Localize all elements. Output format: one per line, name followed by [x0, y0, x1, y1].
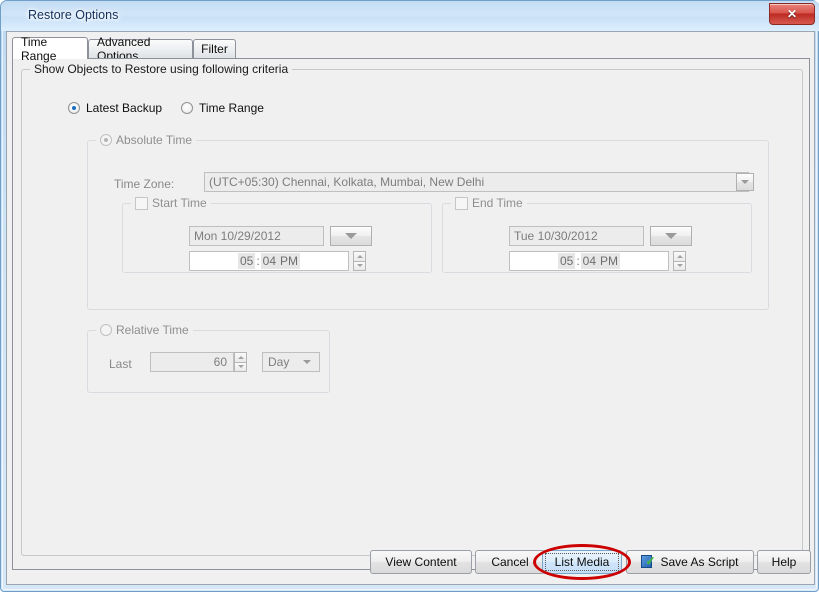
tab-advanced-options[interactable]: Advanced Options: [88, 39, 193, 58]
start-time-label: Start Time: [152, 196, 207, 210]
start-time-value: 05 : 04 PM: [238, 253, 300, 269]
caret-down-icon: [238, 365, 244, 368]
tab-filter-label: Filter: [201, 42, 228, 56]
focus-rectangle: [545, 553, 619, 571]
start-time-group: Start Time Mon 10/29/2012 05 :: [122, 203, 432, 273]
timezone-value: (UTC+05:30) Chennai, Kolkata, Mumbai, Ne…: [209, 175, 484, 189]
timezone-dropdown-button[interactable]: [736, 173, 754, 191]
relative-last-spinner[interactable]: [234, 352, 247, 372]
relative-last-value-field[interactable]: 60: [150, 352, 234, 372]
timezone-field[interactable]: (UTC+05:30) Chennai, Kolkata, Mumbai, Ne…: [204, 172, 749, 192]
cancel-label: Cancel: [491, 555, 528, 569]
save-script-icon: ✓: [641, 555, 655, 569]
end-time-spinner-down[interactable]: [673, 261, 686, 272]
end-time-minute: 04: [581, 253, 598, 269]
end-time-label: End Time: [472, 196, 523, 210]
list-media-button[interactable]: List Media: [542, 550, 622, 574]
checkbox-start-time[interactable]: [135, 197, 148, 210]
caret-down-icon: [357, 264, 363, 267]
radio-time-range-label: Time Range: [199, 101, 264, 115]
view-content-button[interactable]: View Content: [370, 550, 472, 574]
relative-time-group-title: Relative Time: [96, 323, 193, 337]
radio-relative-time-indicator[interactable]: [100, 324, 112, 336]
absolute-time-group-title: Absolute Time: [96, 133, 196, 147]
tab-strip: Time Range Advanced Options Filter: [12, 37, 810, 58]
start-time-field[interactable]: 05 : 04 PM: [189, 251, 349, 271]
tab-page-time-range: Show Objects to Restore using following …: [12, 58, 810, 570]
restore-options-window: Restore Options ✕ Time Range Advanced Op…: [0, 0, 819, 592]
radio-latest-backup-indicator: [68, 102, 80, 114]
radio-latest-backup-label: Latest Backup: [86, 101, 162, 115]
chevron-down-icon: [741, 180, 749, 184]
tab-time-range-label: Time Range: [21, 35, 79, 63]
cancel-button[interactable]: Cancel: [475, 550, 545, 574]
end-date-value: Tue 10/30/2012: [514, 229, 598, 243]
end-time-hour: 05: [558, 253, 575, 269]
end-time-group-title: End Time: [451, 196, 527, 210]
radio-latest-backup[interactable]: Latest Backup: [68, 101, 162, 115]
relative-last-label: Last: [109, 357, 132, 371]
relative-last-spinner-down[interactable]: [234, 362, 247, 373]
end-time-field[interactable]: 05 : 04 PM: [509, 251, 669, 271]
end-date-picker-button[interactable]: [650, 226, 692, 246]
calendar-chevron-down-icon: [345, 233, 357, 239]
end-time-spinner[interactable]: [673, 251, 686, 271]
window-client-area: Time Range Advanced Options Filter Show …: [6, 31, 815, 585]
calendar-chevron-down-icon: [665, 233, 677, 239]
end-time-value: 05 : 04 PM: [558, 253, 620, 269]
checkbox-end-time[interactable]: [455, 197, 468, 210]
relative-unit-combo[interactable]: Day: [262, 352, 320, 372]
criteria-group: Show Objects to Restore using following …: [21, 69, 803, 556]
timezone-label: Time Zone:: [114, 177, 174, 191]
chevron-down-icon: [303, 360, 311, 364]
radio-absolute-time-indicator[interactable]: [100, 134, 112, 146]
radio-time-range[interactable]: Time Range: [181, 101, 264, 115]
start-time-spinner-up[interactable]: [353, 251, 366, 261]
relative-last-spinner-up[interactable]: [234, 352, 247, 362]
green-check-arrow: ✓: [645, 556, 655, 567]
end-time-group: End Time Tue 10/30/2012 05 : 0: [442, 203, 752, 273]
caret-up-icon: [238, 356, 244, 359]
caret-down-icon: [677, 264, 683, 267]
end-date-field[interactable]: Tue 10/30/2012: [509, 226, 644, 246]
end-time-spinner-up[interactable]: [673, 251, 686, 261]
help-button[interactable]: Help: [757, 550, 811, 574]
criteria-group-title: Show Objects to Restore using following …: [30, 62, 292, 76]
save-as-script-label: Save As Script: [660, 555, 738, 569]
start-date-field[interactable]: Mon 10/29/2012: [189, 226, 324, 246]
start-time-meridiem: PM: [278, 253, 300, 269]
save-as-script-button[interactable]: ✓ Save As Script: [626, 550, 754, 574]
start-time-spinner[interactable]: [353, 251, 366, 271]
window-title: Restore Options: [28, 8, 118, 22]
tab-time-range[interactable]: Time Range: [12, 37, 88, 59]
relative-time-group: Relative Time Last 60 Day: [87, 330, 330, 393]
tab-filter[interactable]: Filter: [193, 39, 236, 58]
radio-time-range-indicator: [181, 102, 193, 114]
start-time-minute: 04: [261, 253, 278, 269]
start-date-value: Mon 10/29/2012: [194, 229, 281, 243]
relative-unit-value: Day: [268, 355, 289, 369]
help-label: Help: [772, 555, 797, 569]
end-time-meridiem: PM: [598, 253, 620, 269]
start-time-hour: 05: [238, 253, 255, 269]
view-content-label: View Content: [385, 555, 456, 569]
title-bar: Restore Options ✕: [1, 1, 819, 31]
start-time-spinner-down[interactable]: [353, 261, 366, 272]
caret-up-icon: [677, 255, 683, 258]
absolute-time-group: Absolute Time Time Zone: (UTC+05:30) Che…: [87, 140, 769, 310]
close-icon: ✕: [770, 4, 814, 24]
start-date-picker-button[interactable]: [330, 226, 372, 246]
relative-time-label: Relative Time: [116, 323, 189, 337]
relative-last-value: 60: [214, 355, 227, 369]
caret-up-icon: [357, 255, 363, 258]
close-button[interactable]: ✕: [769, 3, 815, 25]
start-time-group-title: Start Time: [131, 196, 211, 210]
absolute-time-label: Absolute Time: [116, 133, 192, 147]
